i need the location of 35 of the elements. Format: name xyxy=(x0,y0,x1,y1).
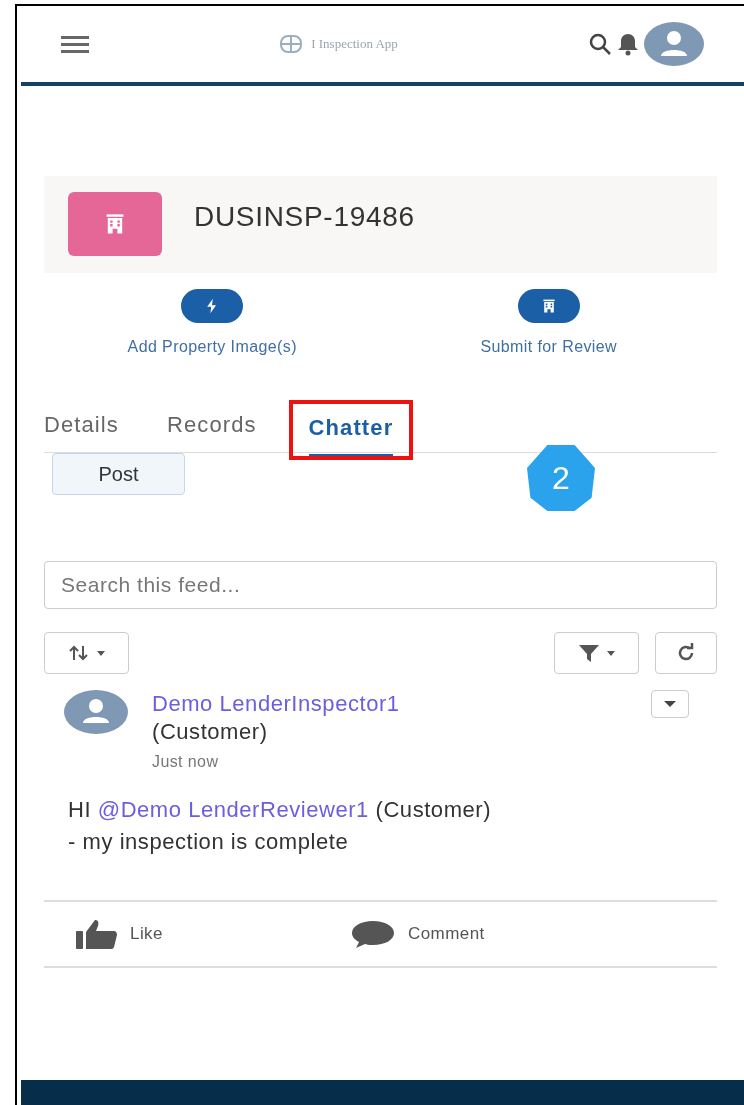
sort-button[interactable] xyxy=(44,632,129,674)
refresh-icon xyxy=(676,643,696,663)
post-button[interactable]: Post xyxy=(52,453,185,495)
search-field[interactable]: Search this feed... xyxy=(44,561,717,609)
sort-arrows-icon xyxy=(68,645,89,661)
app-title: I Inspection App xyxy=(311,35,398,54)
action-button[interactable]: Add Property Image(s) xyxy=(44,289,381,359)
author-link[interactable]: Demo LenderInspector1 xyxy=(152,690,651,718)
post-message: HI @Demo LenderReviewer1 (Customer) - my inspection is complete xyxy=(67,796,493,856)
author-role: (Customer) xyxy=(152,718,269,746)
thumbs-up-icon xyxy=(76,919,118,949)
bell-icon[interactable] xyxy=(616,32,640,56)
filter-button[interactable] xyxy=(554,632,639,674)
mention-link[interactable]: @Demo LenderReviewer1 xyxy=(97,797,369,822)
menu-icon[interactable] xyxy=(61,34,89,54)
refresh-button[interactable] xyxy=(655,632,717,674)
post-time: Just now xyxy=(152,752,220,772)
tab[interactable]: Chatter xyxy=(308,408,394,456)
app-logo-icon xyxy=(279,34,304,54)
tab[interactable]: Records xyxy=(166,404,257,452)
post-menu-button[interactable] xyxy=(651,690,689,718)
action-button[interactable]: Submit for Review xyxy=(380,289,717,359)
caret-icon xyxy=(606,649,615,657)
caret-icon xyxy=(664,700,676,708)
post-action-button[interactable]: Like xyxy=(44,919,318,949)
avatar-icon xyxy=(64,690,128,734)
step-callout: 2 xyxy=(527,445,595,511)
search-icon[interactable] xyxy=(588,32,612,56)
building-icon xyxy=(540,298,557,314)
post-action-button[interactable]: Comment xyxy=(318,919,592,949)
filter-icon xyxy=(578,643,599,663)
record-title: DUSINSP-19486 xyxy=(194,200,415,234)
speech-bubble-icon xyxy=(350,919,396,949)
caret-icon xyxy=(96,649,105,657)
tab[interactable]: Details xyxy=(44,404,119,452)
